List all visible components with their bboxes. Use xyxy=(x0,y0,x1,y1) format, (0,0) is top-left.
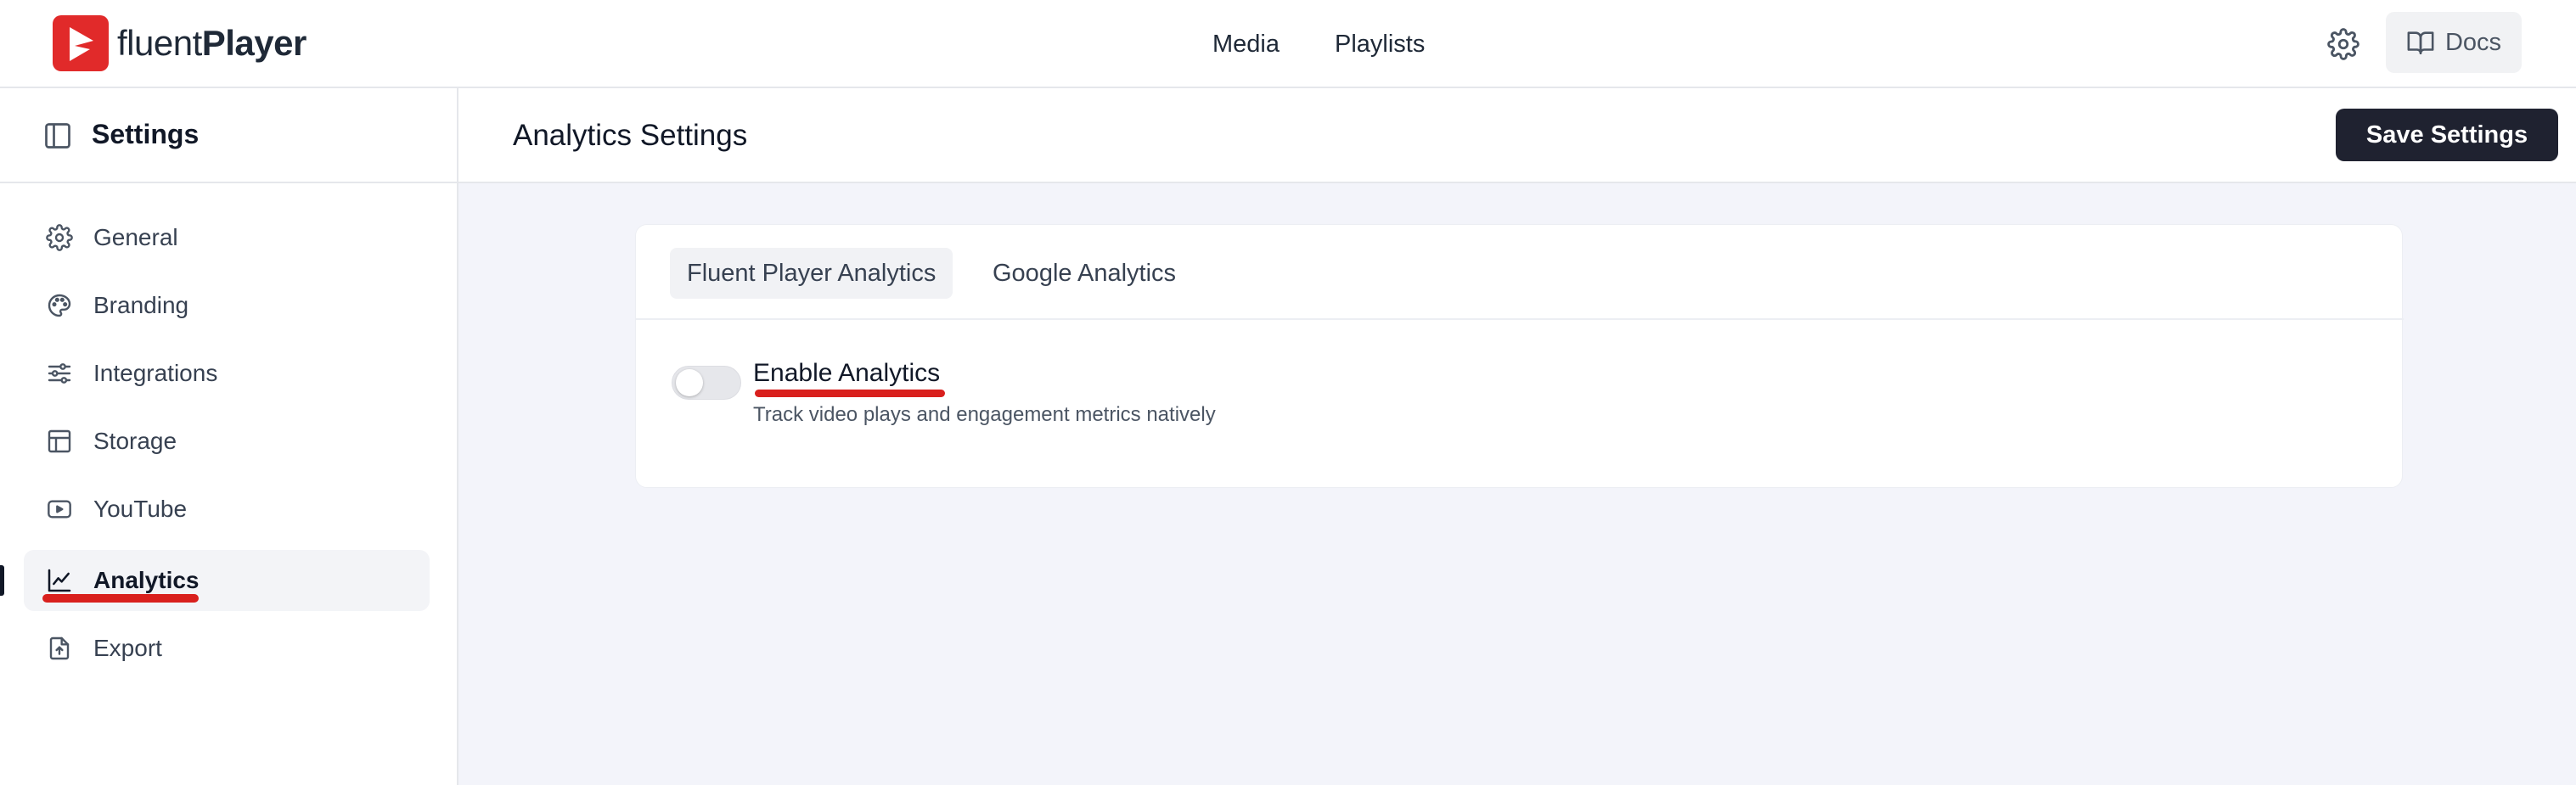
sidebar-panel-icon[interactable] xyxy=(42,121,73,151)
sidebar-item-label: General xyxy=(93,224,178,250)
settings-sidebar: Settings General Branding Integrations S… xyxy=(0,88,458,785)
nav-playlists[interactable]: Playlists xyxy=(1335,0,1425,88)
analytics-tabs: Fluent Player Analytics Google Analytics xyxy=(636,225,2404,320)
book-open-icon xyxy=(2407,31,2434,55)
docs-button[interactable]: Docs xyxy=(2386,12,2522,73)
active-item-marker xyxy=(0,565,4,596)
file-export-icon xyxy=(44,633,75,664)
sidebar-item-label: Branding xyxy=(93,292,189,318)
brand-logo[interactable]: fluent Player xyxy=(53,15,307,71)
sidebar-item-label: Storage xyxy=(93,428,177,454)
chart-line-icon xyxy=(44,565,75,596)
save-settings-button[interactable]: Save Settings xyxy=(2336,109,2558,161)
enable-analytics-label[interactable]: Enable Analytics xyxy=(753,359,940,388)
palette-icon xyxy=(44,290,75,321)
sidebar-item-label: Integrations xyxy=(93,360,218,386)
toggle-knob xyxy=(676,369,703,396)
gear-icon xyxy=(2327,28,2359,60)
enable-analytics-toggle[interactable] xyxy=(672,366,741,400)
logo-play-icon xyxy=(53,15,109,71)
analytics-card: Fluent Player Analytics Google Analytics… xyxy=(635,224,2404,488)
sidebar-item-label: YouTube xyxy=(93,496,188,522)
layout-icon xyxy=(44,426,75,457)
content-header: Analytics Settings Save Settings xyxy=(458,88,2576,183)
brand-name-light: fluent xyxy=(117,23,202,63)
sidebar-item-label: Export xyxy=(93,635,162,661)
sidebar-item-label: Analytics xyxy=(93,567,200,593)
page-title: Analytics Settings xyxy=(513,119,748,152)
youtube-icon xyxy=(44,494,75,524)
tab-google-analytics[interactable]: Google Analytics xyxy=(976,248,1193,299)
docs-label: Docs xyxy=(2444,28,2502,56)
tab-fluent-player-analytics[interactable]: Fluent Player Analytics xyxy=(670,248,953,299)
sidebar-title: Settings xyxy=(92,119,200,149)
nav-media[interactable]: Media xyxy=(1212,0,1280,88)
sidebar-item-youtube[interactable]: YouTube xyxy=(24,479,430,540)
highlight-underline xyxy=(755,390,945,397)
brand-name: fluent Player xyxy=(117,23,307,64)
sidebar-item-storage[interactable]: Storage xyxy=(24,411,430,472)
brand-name-bold: Player xyxy=(201,23,307,63)
sidebar-header: Settings xyxy=(0,88,457,183)
sidebar-item-general[interactable]: General xyxy=(24,207,430,268)
global-settings-button[interactable] xyxy=(2323,24,2364,64)
gear-icon xyxy=(44,222,75,253)
sliders-icon xyxy=(44,358,75,389)
highlight-underline xyxy=(42,594,199,603)
sidebar-item-export[interactable]: Export xyxy=(24,618,430,679)
content-body: Fluent Player Analytics Google Analytics… xyxy=(458,183,2576,785)
top-bar: fluent Player Media Playlists Docs xyxy=(0,0,2576,88)
sidebar-item-branding[interactable]: Branding xyxy=(24,275,430,336)
sidebar-item-integrations[interactable]: Integrations xyxy=(24,343,430,404)
enable-analytics-description: Track video plays and engagement metrics… xyxy=(753,403,1216,426)
